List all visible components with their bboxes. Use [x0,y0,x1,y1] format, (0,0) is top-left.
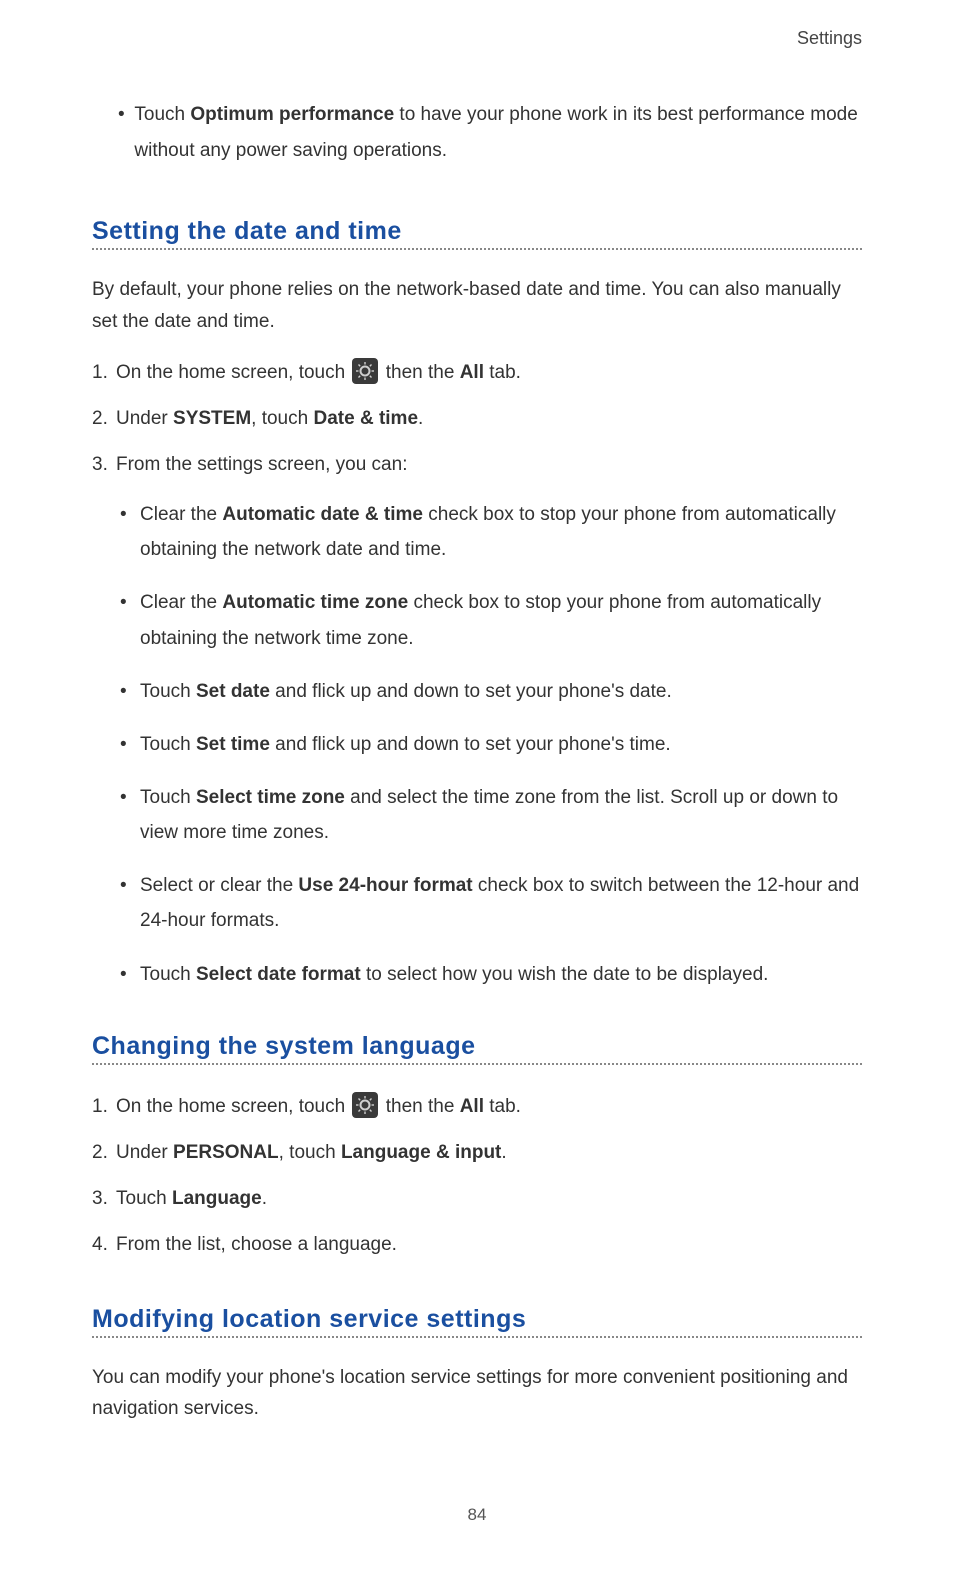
location-intro: You can modify your phone's location ser… [92,1362,862,1425]
text-fragment: Under [116,1142,173,1163]
text-fragment: . [501,1142,506,1163]
datetime-step-2: Under SYSTEM, touch Date & time. [92,401,862,437]
header-section-label: Settings [92,28,862,49]
heading-language: Changing the system language [92,1032,862,1061]
text-fragment: , touch [279,1142,341,1163]
bold-term: Automatic date & time [222,504,423,525]
language-step-4: From the list, choose a language. [92,1227,862,1263]
text-fragment: Touch [140,787,196,808]
datetime-sub-5: Touch Select time zone and select the ti… [120,780,862,850]
settings-icon [352,1092,378,1118]
bold-term: Select date format [196,964,361,985]
heading-divider [92,248,862,250]
bold-term: Language & input [341,1142,501,1163]
text-fragment: Under [116,408,173,429]
text-fragment: . [418,408,423,429]
text-fragment: From the list, choose a language. [116,1234,397,1255]
bold-term: Automatic time zone [222,592,408,613]
text-fragment: Touch [134,104,190,125]
datetime-sub-3: Touch Set date and flick up and down to … [120,674,862,709]
bold-term: Use 24-hour format [298,875,472,896]
text-fragment: then the [386,362,460,383]
text-fragment: and flick up and down to set your phone'… [270,734,671,755]
text-fragment: to select how you wish the date to be di… [361,964,769,985]
heading-divider [92,1063,862,1065]
text-fragment: Touch [140,734,196,755]
datetime-sub-4: Touch Set time and flick up and down to … [120,727,862,762]
language-steps: On the home screen, touch then the All t… [92,1089,862,1263]
text-fragment: From the settings screen, you can: [116,454,407,475]
bullet-marker: • [118,97,126,169]
text-fragment: Touch [140,964,196,985]
bold-term: All [460,1096,484,1117]
text-fragment: Select or clear the [140,875,298,896]
datetime-sub-2: Clear the Automatic time zone check box … [120,585,862,655]
top-bullet-text: Touch Optimum performance to have your p… [134,97,862,169]
text-fragment: tab. [484,362,521,383]
heading-location: Modifying location service settings [92,1305,862,1334]
datetime-sub-1: Clear the Automatic date & time check bo… [120,497,862,567]
bold-term: SYSTEM [173,408,251,429]
datetime-steps: On the home screen, touch then the All t… [92,355,862,992]
bold-term: Set date [196,681,270,702]
bold-term: Date & time [313,408,418,429]
datetime-step-1: On the home screen, touch then the All t… [92,355,862,391]
datetime-intro: By default, your phone relies on the net… [92,274,862,337]
top-bullet-item: • Touch Optimum performance to have your… [118,97,862,169]
page-content: Settings • Touch Optimum performance to … [92,28,862,1443]
language-step-1: On the home screen, touch then the All t… [92,1089,862,1125]
bold-term: Select time zone [196,787,345,808]
text-fragment: . [262,1188,267,1209]
bold-term: All [460,362,484,383]
datetime-sublist: Clear the Automatic date & time check bo… [120,497,862,992]
page-number: 84 [0,1505,954,1525]
heading-date-time: Setting the date and time [92,217,862,246]
language-step-2: Under PERSONAL, touch Language & input. [92,1135,862,1171]
text-fragment: , touch [251,408,313,429]
text-fragment: On the home screen, touch [116,362,350,383]
text-fragment: On the home screen, touch [116,1096,350,1117]
text-fragment: Clear the [140,504,222,525]
text-fragment: Touch [140,681,196,702]
bold-term: Language [172,1188,262,1209]
heading-divider [92,1336,862,1338]
text-fragment: tab. [484,1096,521,1117]
bold-term: Optimum performance [190,104,394,125]
datetime-sub-7: Touch Select date format to select how y… [120,957,862,992]
text-fragment: and flick up and down to set your phone'… [270,681,672,702]
bold-term: Set time [196,734,270,755]
language-step-3: Touch Language. [92,1181,862,1217]
settings-icon [352,358,378,384]
text-fragment: Touch [116,1188,172,1209]
datetime-sub-6: Select or clear the Use 24-hour format c… [120,868,862,938]
text-fragment: then the [386,1096,460,1117]
text-fragment: Clear the [140,592,222,613]
datetime-step-3: From the settings screen, you can: Clear… [92,447,862,992]
bold-term: PERSONAL [173,1142,279,1163]
